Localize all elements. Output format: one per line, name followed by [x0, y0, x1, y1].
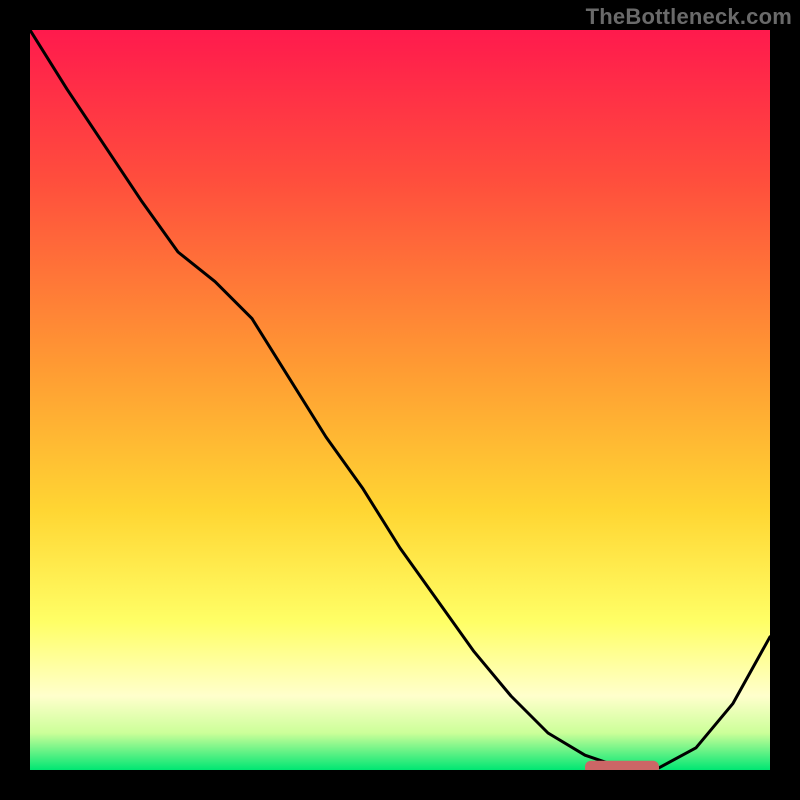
- watermark-text: TheBottleneck.com: [586, 4, 792, 30]
- optimal-marker: [585, 761, 659, 770]
- gradient-rect: [30, 30, 770, 770]
- chart-frame: TheBottleneck.com: [0, 0, 800, 800]
- chart-svg: [30, 30, 770, 770]
- plot-area: [30, 30, 770, 770]
